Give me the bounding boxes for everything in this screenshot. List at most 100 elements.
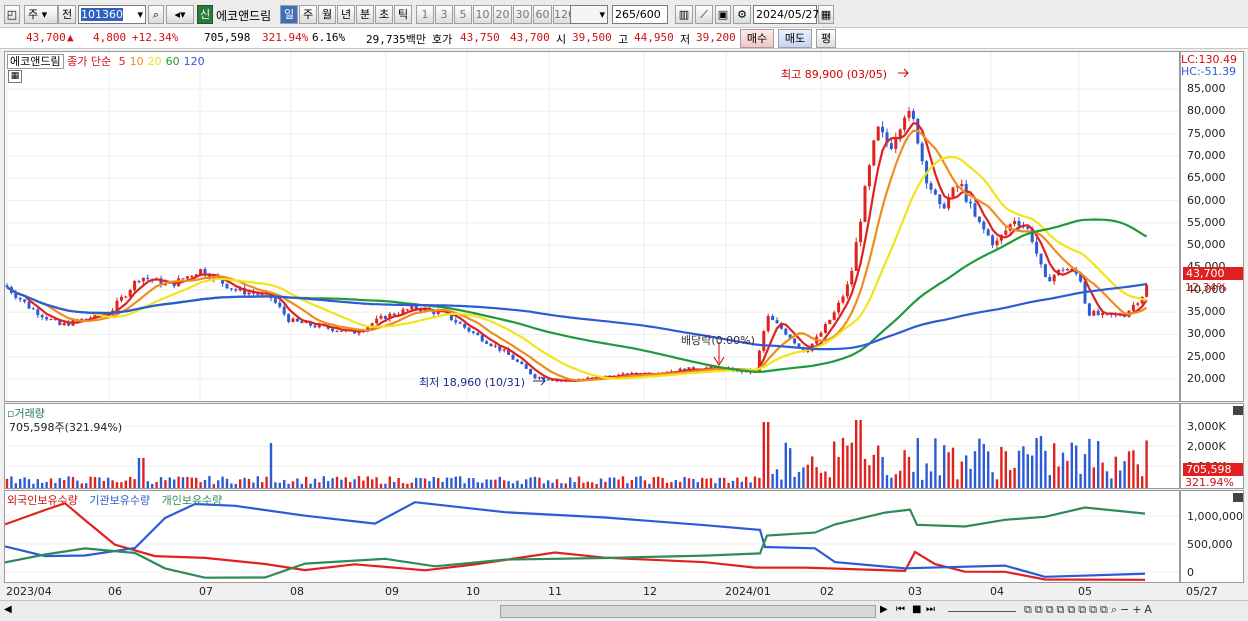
draw-line-icon[interactable]: ⟋ bbox=[695, 5, 713, 24]
volume-bar bbox=[1110, 478, 1113, 488]
holder-pane[interactable]: 외국인보유수량 기관보유수량 개인보유수량 bbox=[4, 490, 1180, 583]
candle-body bbox=[295, 318, 299, 322]
volume-bar bbox=[1141, 476, 1144, 488]
bid-label: 호가 bbox=[432, 33, 453, 46]
scroll-right-icon[interactable]: ▶ bbox=[880, 604, 888, 615]
market-select[interactable]: 주 ▾ bbox=[24, 5, 58, 24]
holder-legend: 외국인보유수량 기관보유수량 개인보유수량 bbox=[7, 492, 222, 508]
period-tab[interactable]: 일 bbox=[280, 5, 298, 24]
close-pane-icon[interactable] bbox=[1233, 406, 1243, 415]
rewind-icon[interactable]: ⏮ bbox=[896, 604, 905, 615]
scroll-left-icon[interactable]: ◀ bbox=[4, 604, 12, 615]
candle-body bbox=[1145, 284, 1149, 297]
volume-bar bbox=[511, 483, 515, 488]
count-input[interactable]: 265/600 bbox=[612, 5, 668, 24]
legend-individual: 개인보유수량 bbox=[161, 494, 223, 507]
volume-bar bbox=[758, 477, 761, 488]
volume-tick: 2,000K bbox=[1187, 440, 1226, 453]
interval-button[interactable]: 10 bbox=[473, 5, 492, 24]
ma-line-60 bbox=[6, 218, 1148, 374]
table-icon[interactable]: ▦ bbox=[8, 70, 22, 83]
volume-bar bbox=[718, 477, 721, 488]
mode-button[interactable]: 전 bbox=[58, 5, 76, 24]
volume-bar bbox=[291, 481, 295, 488]
volume-bar bbox=[925, 463, 928, 488]
stop-icon[interactable]: ■ bbox=[912, 604, 921, 615]
interval-button[interactable]: 1 bbox=[416, 5, 434, 24]
price-pane[interactable]: 에코앤드림 종가 단순 5 10 20 60 120 ▦ 최고 89,900 (03/0… bbox=[4, 51, 1180, 402]
eval-button[interactable]: 평 bbox=[816, 29, 836, 48]
volume-pane[interactable]: ▫거래량 705,598주(321.94%) bbox=[4, 403, 1180, 489]
period-tab[interactable]: 주 bbox=[299, 5, 317, 24]
interval-input[interactable]: ▾ bbox=[570, 5, 608, 24]
volume-bar bbox=[1061, 452, 1065, 488]
candle-icon[interactable]: ▥ bbox=[675, 5, 693, 24]
candle-body bbox=[300, 321, 304, 324]
date-input[interactable]: 2024/05/27 bbox=[753, 5, 819, 24]
x-axis-label: 2024/01 bbox=[725, 585, 771, 598]
volume-bar bbox=[815, 467, 818, 488]
last-pct-label: 12.34% bbox=[1185, 281, 1227, 294]
price-value: 43,700 bbox=[26, 31, 66, 44]
candle-body bbox=[1043, 264, 1047, 278]
volume-bar bbox=[604, 481, 607, 488]
x-axis-label: 12 bbox=[643, 585, 657, 598]
volume-bar bbox=[881, 456, 884, 488]
volume-bar bbox=[723, 477, 726, 488]
scroll-thumb[interactable] bbox=[500, 605, 876, 618]
volume-bar bbox=[164, 480, 167, 488]
code-input[interactable]: 101360 ▾ bbox=[78, 5, 146, 24]
interval-button[interactable]: 30 bbox=[513, 5, 532, 24]
volume-bar bbox=[551, 482, 554, 488]
x-axis-label: 03 bbox=[908, 585, 922, 598]
period-tab[interactable]: 월 bbox=[318, 5, 336, 24]
volume-bar bbox=[921, 479, 924, 488]
interval-button[interactable]: 60 bbox=[533, 5, 552, 24]
window-icon[interactable]: ◰ bbox=[4, 5, 20, 24]
max-label: 최고 89,900 (03/05) bbox=[781, 68, 888, 81]
volume-bar bbox=[71, 476, 75, 488]
search-icon[interactable]: ⌕ bbox=[148, 5, 164, 24]
save-icon[interactable]: ▣ bbox=[715, 5, 731, 24]
volume-bar bbox=[639, 476, 642, 488]
volume-bar bbox=[1101, 462, 1104, 488]
volume-bar bbox=[573, 482, 576, 488]
buy-button[interactable]: 매수 bbox=[740, 29, 774, 48]
candle-body bbox=[1039, 253, 1043, 265]
volume-value: 705,598 bbox=[204, 31, 251, 44]
code-value: 101360 bbox=[81, 8, 123, 21]
candle-body bbox=[405, 309, 409, 311]
interval-button[interactable]: 20 bbox=[493, 5, 512, 24]
period-tab[interactable]: 분 bbox=[356, 5, 374, 24]
candle-body bbox=[313, 325, 317, 328]
candle-body bbox=[942, 204, 946, 209]
volume-bar bbox=[503, 480, 506, 488]
fast-forward-icon[interactable]: ⏭ bbox=[926, 604, 935, 615]
tool-icons[interactable]: ⧉⧉⧉⧉⧉⧉⧉⧉⌕−+A bbox=[1024, 603, 1155, 617]
price-tick: 80,000 bbox=[1187, 104, 1226, 118]
volume-bar bbox=[19, 478, 22, 488]
market-label: 주 bbox=[28, 8, 39, 21]
scrollbar[interactable]: ◀ ▶ ⏮ ■ ⏭ ⧉⧉⧉⧉⧉⧉⧉⧉⌕−+A bbox=[0, 600, 1248, 621]
period-tab[interactable]: 초 bbox=[375, 5, 393, 24]
period-tab[interactable]: 틱 bbox=[394, 5, 412, 24]
candle-body bbox=[911, 111, 915, 119]
close-pane-icon[interactable] bbox=[1233, 493, 1243, 502]
chevron-down-icon[interactable]: ▾ bbox=[137, 6, 143, 23]
interval-button[interactable]: 3 bbox=[435, 5, 453, 24]
speaker-icon[interactable]: ◂▾ bbox=[166, 5, 194, 24]
gear-icon[interactable]: ⚙ bbox=[733, 5, 751, 24]
period-tab[interactable]: 년 bbox=[337, 5, 355, 24]
volume-bar bbox=[265, 476, 268, 488]
sell-button[interactable]: 매도 bbox=[778, 29, 812, 48]
volume-bar bbox=[423, 478, 427, 488]
volume-bar bbox=[749, 482, 752, 488]
zoom-slider[interactable] bbox=[948, 611, 1016, 612]
count-value: 265 bbox=[615, 8, 636, 21]
calendar-icon[interactable]: ▦ bbox=[818, 5, 834, 24]
volume-bar bbox=[648, 483, 651, 488]
candle-body bbox=[1092, 310, 1096, 316]
volume-bar bbox=[538, 477, 541, 488]
interval-button[interactable]: 5 bbox=[454, 5, 472, 24]
volume-bar bbox=[705, 478, 708, 488]
